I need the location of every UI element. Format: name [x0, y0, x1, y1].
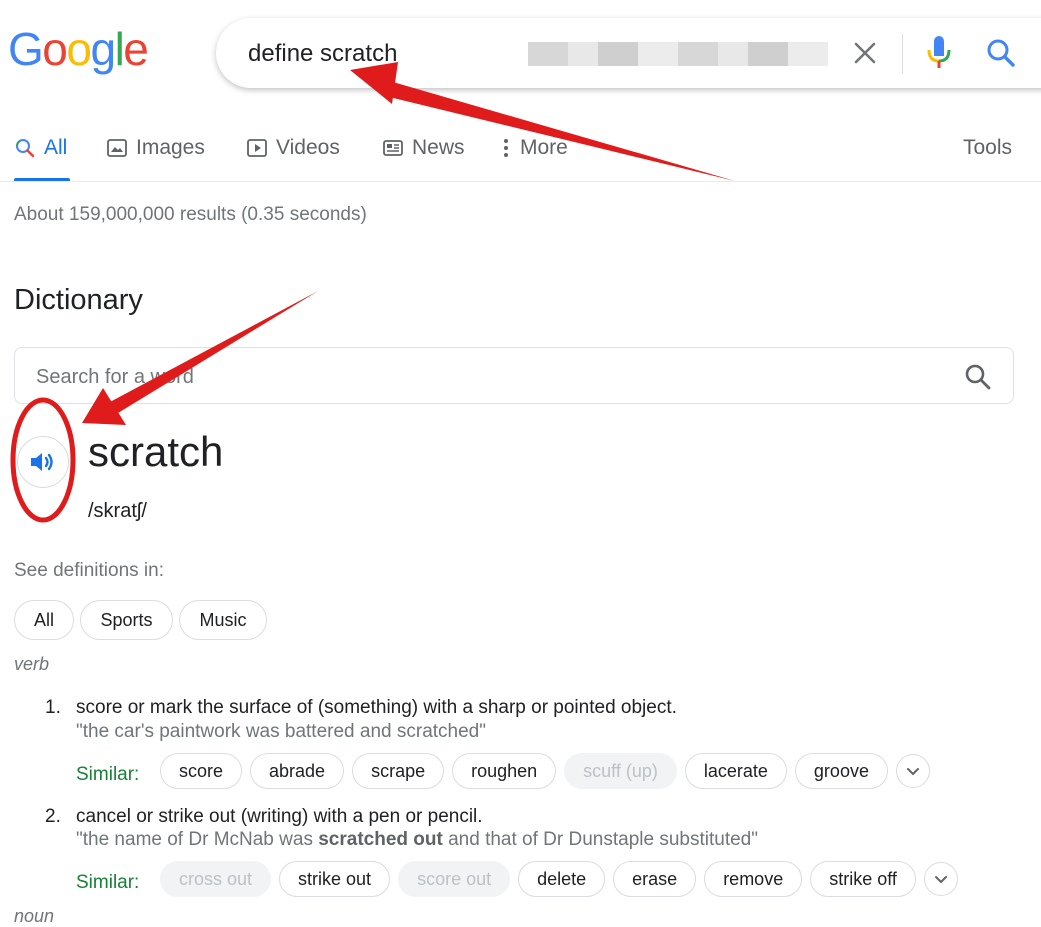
example-text: and that of Dr Dunstaple substituted" — [442, 829, 758, 850]
filter-chip-all[interactable]: All — [14, 600, 74, 640]
expand-similar-button[interactable] — [895, 754, 930, 788]
search-icon — [16, 139, 35, 158]
tab-all[interactable]: All — [14, 136, 67, 160]
similar-chip[interactable]: remove — [704, 861, 803, 897]
search-icon[interactable] — [984, 36, 1018, 70]
tab-label: Images — [136, 136, 205, 159]
logo-letter: G — [8, 23, 44, 75]
logo-letter: g — [90, 23, 116, 75]
example-highlight: scratched out — [318, 829, 443, 850]
blurred-region — [528, 42, 828, 66]
search-query-text[interactable]: define scratch — [248, 40, 397, 68]
similar-chip[interactable]: score — [160, 753, 243, 789]
more-vert-icon — [504, 139, 508, 157]
tab-label: All — [44, 136, 68, 159]
tab-images[interactable]: Images — [106, 136, 205, 160]
similar-chip[interactable]: abrade — [250, 753, 345, 789]
logo-letter: o — [42, 23, 68, 75]
tab-videos[interactable]: Videos — [246, 136, 340, 160]
definition-example: "the name of Dr McNab was scratched out … — [76, 829, 758, 851]
filter-chip-sports[interactable]: Sports — [80, 600, 173, 640]
search-icon[interactable] — [963, 362, 993, 392]
similar-chips-2: cross out strike out score out delete er… — [160, 861, 958, 897]
filter-chip-music[interactable]: Music — [179, 600, 267, 640]
chevron-down-icon — [906, 768, 919, 776]
example-text: "the name of Dr McNab was — [76, 829, 319, 850]
logo-letter: e — [123, 23, 149, 75]
similar-chip[interactable]: scrape — [352, 753, 445, 789]
similar-label: Similar: — [76, 764, 140, 785]
similar-chip[interactable]: erase — [613, 861, 697, 897]
part-of-speech: verb — [14, 654, 50, 674]
similar-chip[interactable]: lacerate — [684, 753, 787, 789]
image-icon — [107, 139, 127, 157]
see-definitions-label: See definitions in: — [14, 560, 164, 581]
similar-chip[interactable]: cross out — [160, 861, 272, 897]
similar-chips-1: score abrade scrape roughen scuff (up) l… — [160, 753, 930, 789]
dictionary-heading: Dictionary — [14, 284, 143, 316]
play-icon — [247, 139, 267, 157]
expand-similar-button[interactable] — [923, 862, 958, 896]
dictionary-word: scratch — [88, 428, 224, 475]
tools-button[interactable]: Tools — [963, 136, 1012, 160]
google-logo[interactable]: Google — [8, 23, 149, 75]
tab-label: News — [412, 136, 465, 159]
definition-number: 2. — [45, 806, 61, 827]
similar-chip[interactable]: strike out — [279, 861, 391, 897]
similar-chip[interactable]: strike off — [810, 861, 916, 897]
phonetic-spelling: /skratʃ/ — [88, 500, 147, 522]
tab-label: More — [520, 136, 568, 159]
tabs-divider — [0, 181, 1041, 182]
definition-text: cancel or strike out (writing) with a pe… — [76, 806, 483, 827]
tab-label: Videos — [276, 136, 340, 159]
definition-example: "the car's paintwork was battered and sc… — [76, 721, 486, 742]
similar-chip[interactable]: groove — [794, 753, 888, 789]
logo-letter: o — [66, 23, 92, 75]
speaker-icon — [31, 453, 53, 471]
logo-letter: l — [114, 23, 125, 75]
similar-chip[interactable]: score out — [398, 861, 511, 897]
news-icon — [383, 140, 403, 156]
mic-icon[interactable] — [924, 34, 954, 72]
definition-text: score or mark the surface of (something)… — [76, 697, 677, 718]
close-icon[interactable] — [850, 38, 880, 68]
similar-chip[interactable]: scuff (up) — [564, 753, 677, 789]
similar-chip[interactable]: delete — [518, 861, 606, 897]
part-of-speech: noun — [14, 906, 55, 926]
tab-news[interactable]: News — [382, 136, 465, 160]
dictionary-search-input[interactable] — [36, 364, 836, 390]
tab-more[interactable]: More — [500, 136, 568, 160]
definition-number: 1. — [45, 697, 61, 718]
search-bar-divider — [902, 34, 903, 74]
chevron-down-icon — [934, 876, 947, 884]
pronunciation-audio-button[interactable] — [17, 436, 69, 488]
similar-chip[interactable]: roughen — [452, 753, 557, 789]
similar-label: Similar: — [76, 872, 140, 893]
result-stats: About 159,000,000 results (0.35 seconds) — [14, 204, 367, 225]
